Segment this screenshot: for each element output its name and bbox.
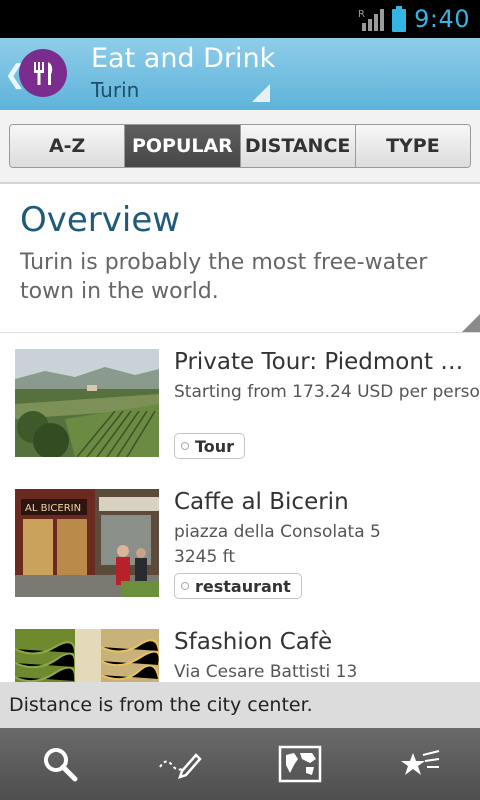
tag-label: restaurant [195, 576, 291, 596]
battery-icon [392, 6, 407, 32]
app-header: ❮ Eat and Drink Turin [0, 38, 480, 110]
tab-popular[interactable]: POPULAR [124, 125, 240, 167]
fork-knife-icon[interactable] [19, 49, 67, 97]
map-button[interactable] [240, 728, 360, 800]
tour-thumbnail [15, 349, 159, 457]
bottom-nav [0, 728, 480, 800]
overview-section[interactable]: Overview Turin is probably the most free… [0, 184, 480, 333]
item-title: Sfashion Cafè [174, 629, 333, 655]
item-title: Private Tour: Piedmont W... [174, 349, 468, 375]
category-tag[interactable]: Tour [174, 433, 246, 459]
clock: 9:40 [414, 5, 470, 33]
list-item[interactable]: Private Tour: Piedmont W... Starting fro… [0, 334, 480, 475]
dropdown-corner-icon[interactable] [252, 84, 270, 102]
favorites-button[interactable] [360, 728, 480, 800]
tab-distance[interactable]: DISTANCE [239, 125, 355, 167]
search-icon [44, 748, 78, 782]
edit-icon [159, 753, 202, 779]
city-selector[interactable]: Turin [91, 78, 139, 102]
tab-a-z[interactable]: A-Z [10, 125, 125, 167]
item-title: Caffe al Bicerin [174, 489, 349, 515]
sort-tabs: A-Z POPULAR DISTANCE TYPE [9, 124, 471, 168]
page-title: Eat and Drink [91, 43, 276, 74]
edit-button[interactable] [120, 728, 240, 800]
item-distance: 3245 ft [174, 547, 236, 567]
info-text: Distance is from the city center. [9, 694, 313, 716]
status-icons: R 9:40 [358, 0, 470, 38]
search-button[interactable] [0, 728, 120, 800]
cafe-thumbnail: AL BICERIN [15, 489, 159, 597]
sort-tabs-area: A-Z POPULAR DISTANCE TYPE [0, 110, 480, 184]
svg-text:AL BICERIN: AL BICERIN [25, 503, 81, 514]
tag-icon [181, 442, 189, 450]
tab-type[interactable]: TYPE [354, 125, 470, 167]
svg-text:R: R [358, 9, 365, 20]
item-address: Via Cesare Battisti 13 [174, 662, 358, 682]
status-bar: R 9:40 [0, 0, 480, 38]
overview-text: Turin is probably the most free-water to… [20, 250, 428, 304]
signal-icon: R [358, 9, 385, 31]
list-item[interactable]: AL BICERIN Caffe al Bicerin piazza della… [0, 474, 480, 615]
info-bar: Distance is from the city center. [0, 682, 480, 728]
favorites-icon [401, 750, 440, 775]
map-icon [278, 745, 322, 783]
overview-title: Overview [20, 200, 181, 240]
item-address: piazza della Consolata 5 [174, 522, 381, 542]
item-price: Starting from 173.24 USD per person [174, 382, 480, 402]
tag-icon [181, 582, 189, 590]
tag-label: Tour [195, 436, 235, 456]
expand-corner-icon[interactable] [462, 314, 480, 332]
category-tag[interactable]: restaurant [174, 573, 302, 599]
